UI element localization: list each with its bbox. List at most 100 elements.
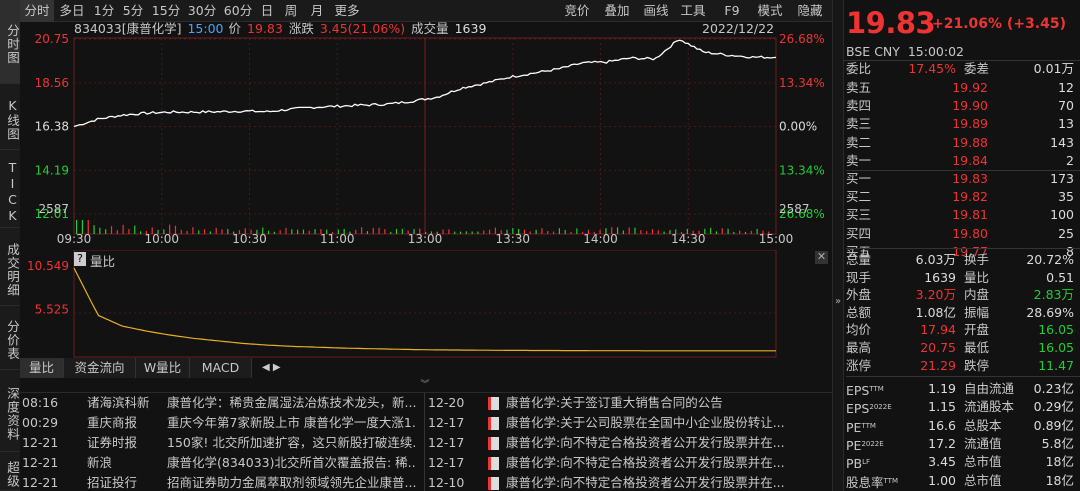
announcement-date: 12-17 xyxy=(428,415,465,430)
y-tick-left: 16.38 xyxy=(35,120,69,134)
announcement-row[interactable]: 12-10 康普化学:向不特定合格投资者公开发行股票并在... xyxy=(428,473,828,491)
volume-bar xyxy=(250,229,252,234)
left-tab-6[interactable]: 超级 xyxy=(0,452,20,491)
help-button[interactable]: ? xyxy=(74,252,86,266)
volume-bar xyxy=(203,229,206,234)
period-tab-3[interactable]: 5分 xyxy=(118,0,148,22)
intraday-chart[interactable]: 09:30 10:00 10:30 11:00 13:00 13:30 14:00 14:30… xyxy=(20,22,832,250)
news-row[interactable]: 12-21 招证投行 招商证券助力金属萃取剂领域领先企业康普... xyxy=(22,473,422,491)
fund-label: 股息率TTM xyxy=(846,472,898,491)
volume-bar xyxy=(302,229,305,234)
period-tab-1[interactable]: 多日 xyxy=(54,0,90,22)
period-tab-6[interactable]: 60分 xyxy=(220,0,256,22)
period-tab-0[interactable]: 分时 xyxy=(20,0,54,22)
level-label: 卖五 xyxy=(846,80,872,95)
tool-button-4[interactable]: F9 xyxy=(720,0,744,22)
volume-bar xyxy=(192,227,194,234)
pdf-icon xyxy=(488,437,499,450)
pdf-icon xyxy=(488,397,499,410)
volume-bar xyxy=(587,229,590,234)
volume-bar xyxy=(425,231,427,234)
tool-button-2[interactable]: 画线 xyxy=(640,0,672,22)
volume-axis-right: 2587 xyxy=(779,202,810,216)
volume-bar xyxy=(116,230,118,234)
news-title: 重庆今年第7家新股上市 康普化学一度大涨1... xyxy=(167,415,417,430)
volume-bar xyxy=(529,231,531,234)
news-date: 12-21 xyxy=(22,455,59,470)
volume-bar xyxy=(721,228,723,234)
quote-time: 15:00:02 xyxy=(907,44,964,59)
quote-meta: BSE CNY 15:00:02 xyxy=(846,44,964,59)
level-label: 买四 xyxy=(846,225,872,241)
stat-label: 均价 xyxy=(846,322,872,338)
indicator-tab-1[interactable]: 资金流向 xyxy=(64,358,136,378)
volume-bar xyxy=(87,220,89,234)
left-tab-2[interactable]: TICK xyxy=(0,150,20,228)
stat-row: 总额 1.08亿 振幅 28.69% xyxy=(846,304,1080,322)
period-tab-9[interactable]: 月 xyxy=(304,0,330,22)
stat-row: 最高 20.75 最低 16.05 xyxy=(846,339,1080,357)
period-tab-8[interactable]: 周 xyxy=(278,0,304,22)
news-divider xyxy=(424,393,425,491)
tool-button-5[interactable]: 模式 xyxy=(756,0,784,22)
indicator-tab-3[interactable]: MACD xyxy=(190,358,252,378)
stat-value: 17.94 xyxy=(920,322,956,338)
tool-button-3[interactable]: 工具 xyxy=(678,0,708,22)
stat-value: 0.51 xyxy=(1046,269,1074,285)
period-tab-5[interactable]: 30分 xyxy=(184,0,220,22)
news-row[interactable]: 12-21 证券时报 150家! 北交所加速扩容，这只新股打破连续... xyxy=(22,433,422,453)
left-tab-1[interactable]: K线图 xyxy=(0,84,20,150)
tool-button-6[interactable]: 隐藏 xyxy=(794,0,826,22)
left-tab-0[interactable]: 分时图 xyxy=(0,0,20,84)
indicator-tab-0[interactable]: 量比 xyxy=(20,358,64,378)
left-tab-3[interactable]: 成交明细 xyxy=(0,228,20,306)
volume-ratio-chart[interactable]: 10.549 5.525 xyxy=(20,250,832,358)
indicator-tab-2[interactable]: W量比 xyxy=(136,358,190,378)
weibi-value: 17.45% xyxy=(908,61,956,76)
volume-axis-left: 2587 xyxy=(38,202,69,216)
news-row[interactable]: 00:29 重庆商报 重庆今年第7家新股上市 康普化学一度大涨1... xyxy=(22,413,422,433)
collapse-handle-icon[interactable]: ︾ xyxy=(418,380,432,390)
tool-button-0[interactable]: 竞价 xyxy=(562,0,592,22)
volume-bar xyxy=(512,228,514,234)
level-label: 卖一 xyxy=(846,152,872,168)
order-ratio-row: 委比 17.45% 委差 0.01万 xyxy=(846,60,1080,78)
volume-bar xyxy=(488,229,491,234)
announcement-row[interactable]: 12-17 康普化学:向不特定合格投资者公开发行股票并在... xyxy=(428,453,828,473)
bottom-tab-arrows[interactable]: ◀ ▶ xyxy=(262,358,294,378)
sub-y-top: 10.549 xyxy=(27,259,69,273)
volume-bar xyxy=(238,230,241,234)
announcement-row[interactable]: 12-17 康普化学:关于公司股票在全国中小企业股份转让... xyxy=(428,413,828,433)
volume-bar xyxy=(686,228,688,234)
side-panel-handle[interactable] xyxy=(832,0,844,491)
sub-close-icon[interactable]: ✕ xyxy=(815,251,828,264)
last-price: 19.83 xyxy=(846,6,936,40)
period-tab-4[interactable]: 15分 xyxy=(148,0,184,22)
tool-button-1[interactable]: 叠加 xyxy=(600,0,634,22)
fundamental-row: PBLF 3.45 总市值 18亿 xyxy=(846,453,1080,471)
news-row[interactable]: 12-21 新浪 康普化学(834033)北交所首次覆盖报告: 稀... xyxy=(22,453,422,473)
left-tab-5[interactable]: 深度资料 xyxy=(0,370,20,452)
volume-bar xyxy=(285,227,287,234)
expand-arrow-icon[interactable]: » xyxy=(833,296,843,307)
period-tab-10[interactable]: 更多 xyxy=(330,0,364,22)
left-tab-4[interactable]: 分价表 xyxy=(0,306,20,370)
y-tick-right: 0.00% xyxy=(779,120,817,134)
period-tab-2[interactable]: 1分 xyxy=(90,0,118,22)
volume-bar xyxy=(297,229,299,234)
announcement-date: 12-20 xyxy=(428,395,465,410)
stat-row: 现手 1639 量比 0.51 xyxy=(846,269,1080,287)
news-date: 12-21 xyxy=(22,435,59,450)
announcement-row[interactable]: 12-20 康普化学:关于签订重大销售合同的公告 xyxy=(428,393,828,413)
stat-label: 换手 xyxy=(964,252,990,267)
volume-bar xyxy=(76,220,78,234)
period-tab-7[interactable]: 日 xyxy=(256,0,278,22)
announcement-row[interactable]: 12-17 康普化学:向不特定合格投资者公开发行股票并在... xyxy=(428,433,828,453)
news-row[interactable]: 08:16 诸海滨科新 康普化学：稀贵金属湿法冶炼技术龙头，新... xyxy=(22,393,422,413)
fund-value: 1.15 xyxy=(928,399,956,415)
level-volume: 173 xyxy=(1050,171,1074,186)
volume-bar xyxy=(99,227,101,234)
x-tick-label: 09:30 xyxy=(57,232,92,246)
volume-bar xyxy=(308,230,310,234)
stat-label: 涨停 xyxy=(846,357,872,373)
